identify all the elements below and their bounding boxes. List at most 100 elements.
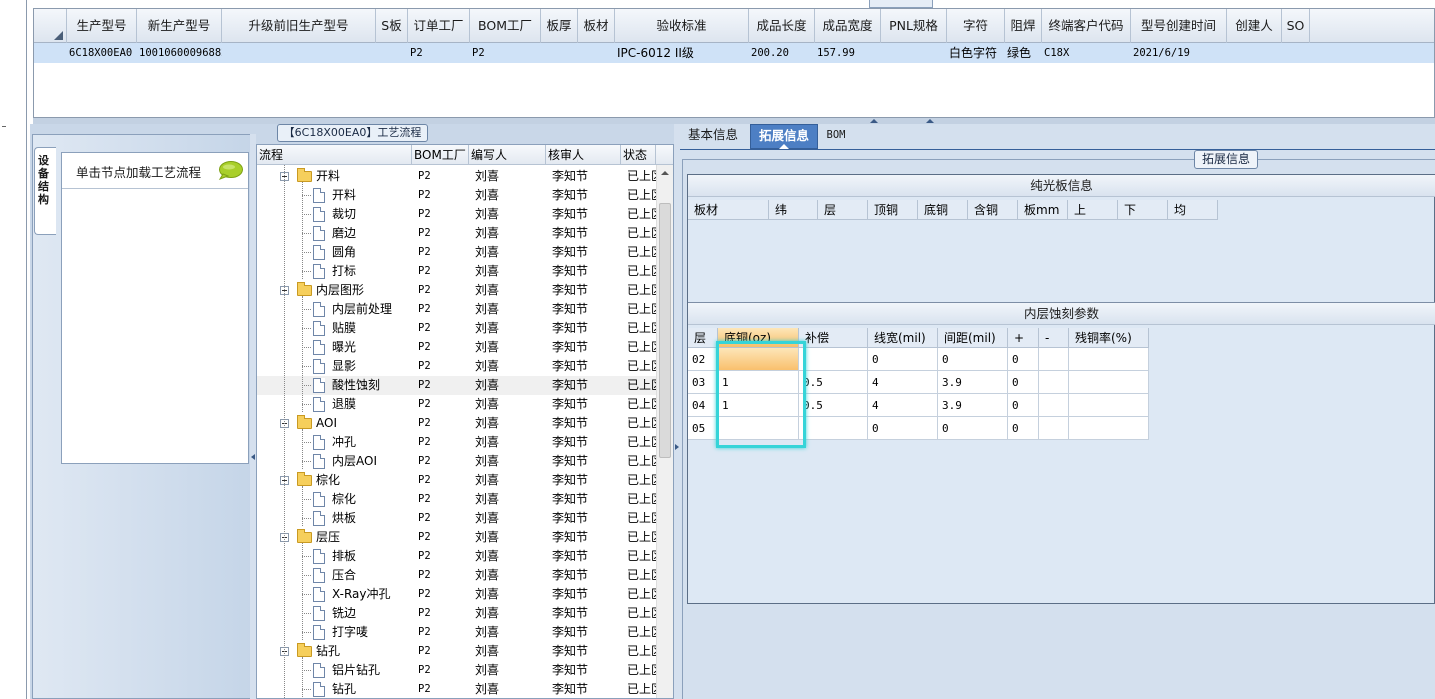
bare-board-column-header[interactable]: 均 xyxy=(1168,200,1218,220)
tree-leaf-node[interactable]: X-Ray冲孔 P2 刘喜 李知节 已上区 xyxy=(257,585,656,604)
process-tree-scrollbar[interactable] xyxy=(656,165,673,698)
etch-param-cell[interactable] xyxy=(1069,348,1149,371)
bare-board-column-header[interactable]: 下 xyxy=(1118,200,1168,220)
column-header[interactable]: 终端客户代码 xyxy=(1042,9,1131,43)
grid-cell[interactable]: 157.99 xyxy=(815,43,881,63)
tree-group-node[interactable]: 开料 P2 刘喜 李知节 已上区 xyxy=(257,167,656,186)
column-header[interactable]: 字符 xyxy=(947,9,1005,43)
inner-etch-column-header[interactable]: + xyxy=(1008,328,1039,348)
tree-leaf-node[interactable]: 铣边 P2 刘喜 李知节 已上区 xyxy=(257,604,656,623)
tree-leaf-node[interactable]: 棕化 P2 刘喜 李知节 已上区 xyxy=(257,490,656,509)
collapse-left-icon[interactable] xyxy=(251,454,255,460)
tree-leaf-node[interactable]: 裁切 P2 刘喜 李知节 已上区 xyxy=(257,205,656,224)
tree-leaf-node[interactable]: 排板 P2 刘喜 李知节 已上区 xyxy=(257,547,656,566)
bare-board-column-header[interactable]: 含铜 xyxy=(968,200,1018,220)
grid-cell[interactable] xyxy=(541,43,578,63)
etch-param-cell[interactable] xyxy=(1039,394,1069,417)
tree-column-header[interactable]: 状态 xyxy=(621,145,656,165)
tree-leaf-node[interactable]: 贴膜 P2 刘喜 李知节 已上区 xyxy=(257,319,656,338)
column-header[interactable]: 型号创建时间 xyxy=(1131,9,1227,43)
inner-etch-column-header[interactable]: 补偿 xyxy=(799,328,868,348)
grid-cell[interactable]: 2021/6/19 xyxy=(1131,43,1227,63)
column-header[interactable]: S板 xyxy=(376,9,408,43)
bare-board-column-header[interactable]: 底铜 xyxy=(918,200,968,220)
grid-cell[interactable]: P2 xyxy=(470,43,541,63)
column-header[interactable]: 创建人 xyxy=(1227,9,1282,43)
etch-param-cell[interactable]: 0 xyxy=(868,348,938,371)
tab-basic-info[interactable]: 基本信息 xyxy=(680,124,746,149)
device-structure-tab[interactable]: 设备结构 xyxy=(34,147,56,235)
inner-etch-column-header[interactable]: - xyxy=(1039,328,1069,348)
scroll-up-icon[interactable] xyxy=(661,171,669,175)
grid-cell[interactable]: C18X xyxy=(1042,43,1131,63)
tree-leaf-node[interactable]: 打字唛 P2 刘喜 李知节 已上区 xyxy=(257,623,656,642)
tree-leaf-node[interactable]: 显影 P2 刘喜 李知节 已上区 xyxy=(257,357,656,376)
grid-cell[interactable] xyxy=(376,43,408,63)
etch-param-cell[interactable]: 3.9 xyxy=(938,371,1008,394)
tree-leaf-node[interactable]: 打标 P2 刘喜 李知节 已上区 xyxy=(257,262,656,281)
etch-param-cell[interactable]: 0.5 xyxy=(799,371,868,394)
etch-param-cell[interactable]: 0 xyxy=(938,417,1008,440)
etch-param-cell[interactable] xyxy=(1069,417,1149,440)
grid-cell[interactable] xyxy=(1282,43,1310,63)
etch-param-cell[interactable]: 0 xyxy=(1008,371,1039,394)
column-header[interactable]: 阻焊 xyxy=(1005,9,1042,43)
column-header[interactable]: 板厚 xyxy=(541,9,578,43)
tree-leaf-node[interactable]: 烘板 P2 刘喜 李知节 已上区 xyxy=(257,509,656,528)
column-header[interactable]: 验收标准 xyxy=(615,9,749,43)
tree-column-header[interactable]: 核审人 xyxy=(546,145,621,165)
grid-cell[interactable]: P2 xyxy=(408,43,470,63)
tree-column-header[interactable]: 流程 xyxy=(257,145,412,165)
tree-leaf-node[interactable]: 退膜 P2 刘喜 李知节 已上区 xyxy=(257,395,656,414)
tree-leaf-node[interactable]: 钻孔 P2 刘喜 李知节 已上区 xyxy=(257,680,656,698)
etch-param-cell[interactable]: 0 xyxy=(1008,348,1039,371)
etch-param-cell[interactable] xyxy=(718,417,799,440)
column-header[interactable]: BOM工厂 xyxy=(470,9,541,43)
column-header[interactable]: PNL规格 xyxy=(881,9,947,43)
etch-param-cell[interactable] xyxy=(718,348,799,371)
etch-param-cell[interactable]: 0 xyxy=(868,417,938,440)
etch-param-cell[interactable]: 1 xyxy=(718,371,799,394)
etch-param-cell[interactable] xyxy=(1039,348,1069,371)
tree-leaf-node[interactable]: 内层AOI P2 刘喜 李知节 已上区 xyxy=(257,452,656,471)
tree-leaf-node[interactable]: 磨边 P2 刘喜 李知节 已上区 xyxy=(257,224,656,243)
etch-param-cell[interactable]: 0 xyxy=(1008,394,1039,417)
etch-param-cell[interactable]: 3.9 xyxy=(938,394,1008,417)
inner-etch-column-header[interactable]: 间距(mil) xyxy=(938,328,1008,348)
etch-param-cell[interactable]: 0 xyxy=(938,348,1008,371)
etch-param-cell[interactable] xyxy=(799,417,868,440)
inner-etch-column-header[interactable]: 层 xyxy=(688,328,718,348)
bare-board-column-header[interactable]: 板mm xyxy=(1018,200,1068,220)
etch-param-cell[interactable] xyxy=(1039,371,1069,394)
etch-param-cell[interactable] xyxy=(1039,417,1069,440)
etch-param-cell[interactable]: 4 xyxy=(868,371,938,394)
bare-board-column-header[interactable]: 纬 xyxy=(769,200,818,220)
tree-leaf-node[interactable]: 冲孔 P2 刘喜 李知节 已上区 xyxy=(257,433,656,452)
etch-param-cell[interactable]: 4 xyxy=(868,394,938,417)
tree-leaf-node[interactable]: 压合 P2 刘喜 李知节 已上区 xyxy=(257,566,656,585)
column-header[interactable]: SO xyxy=(1282,9,1310,43)
tree-group-node[interactable]: 棕化 P2 刘喜 李知节 已上区 xyxy=(257,471,656,490)
column-header[interactable]: 生产型号 xyxy=(67,9,137,43)
tree-leaf-node[interactable]: 内层前处理 P2 刘喜 李知节 已上区 xyxy=(257,300,656,319)
grid-cell[interactable] xyxy=(578,43,615,63)
tree-group-node[interactable]: 内层图形 P2 刘喜 李知节 已上区 xyxy=(257,281,656,300)
grid-cell[interactable]: 6C18X00EA0 xyxy=(67,43,137,63)
grid-cell[interactable]: 绿色 xyxy=(1005,43,1042,63)
inner-etch-column-header[interactable]: 底铜(oz) xyxy=(718,328,799,348)
tree-leaf-node[interactable]: 开料 P2 刘喜 李知节 已上区 xyxy=(257,186,656,205)
etch-param-cell[interactable] xyxy=(1069,394,1149,417)
tab-extended-info[interactable]: 拓展信息 xyxy=(750,124,818,149)
tree-group-node[interactable]: 层压 P2 刘喜 李知节 已上区 xyxy=(257,528,656,547)
bare-board-column-header[interactable]: 顶铜 xyxy=(868,200,918,220)
tab-bom[interactable]: BOM xyxy=(822,124,850,149)
tree-leaf-node[interactable]: 酸性蚀刻 P2 刘喜 李知节 已上区 xyxy=(257,376,656,395)
column-header[interactable]: 订单工厂 xyxy=(408,9,470,43)
bare-board-column-header[interactable]: 层 xyxy=(818,200,868,220)
inner-etch-column-header[interactable]: 线宽(mil) xyxy=(868,328,938,348)
tree-leaf-node[interactable]: 铝片钻孔 P2 刘喜 李知节 已上区 xyxy=(257,661,656,680)
tree-leaf-node[interactable]: 圆角 P2 刘喜 李知节 已上区 xyxy=(257,243,656,262)
tree-group-node[interactable]: 钻孔 P2 刘喜 李知节 已上区 xyxy=(257,642,656,661)
column-header[interactable]: 成品长度 xyxy=(749,9,815,43)
tree-group-node[interactable]: AOI P2 刘喜 李知节 已上区 xyxy=(257,414,656,433)
